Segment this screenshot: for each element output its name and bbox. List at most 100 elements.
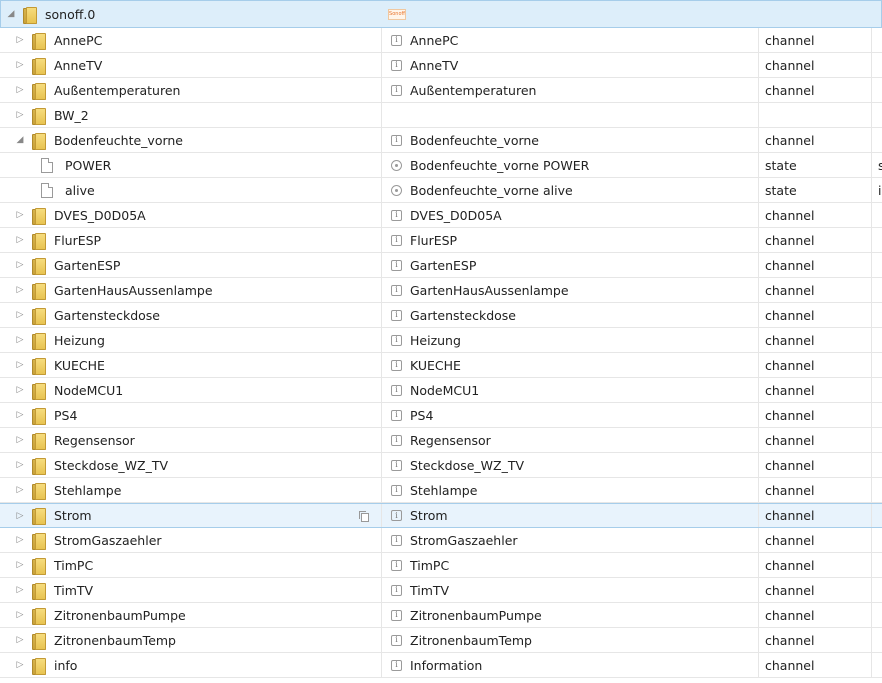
expand-arrow-icon[interactable]: ▷: [13, 308, 27, 322]
tree-row[interactable]: ▷ AnneTV AnneTV channel: [0, 53, 882, 78]
tree-row[interactable]: ▷ DVES_D0D05A DVES_D0D05A channel: [0, 203, 882, 228]
expand-arrow-icon[interactable]: ▷: [13, 333, 27, 347]
object-id-label: Gartensteckdose: [54, 307, 160, 323]
expand-arrow-icon[interactable]: ▷: [13, 258, 27, 272]
role-cell: [871, 53, 882, 77]
collapse-arrow-icon[interactable]: ◢: [4, 7, 18, 21]
expand-arrow-icon[interactable]: ▷: [13, 58, 27, 72]
tree-row[interactable]: ▷ FlurESP FlurESP channel: [0, 228, 882, 253]
expand-arrow-icon[interactable]: ▷: [13, 509, 27, 523]
id-cell: ◢ sonoff.0: [1, 1, 381, 27]
tree-row[interactable]: ▷ ZitronenbaumTemp ZitronenbaumTemp channel: [0, 628, 882, 653]
object-id-label: POWER: [65, 157, 112, 173]
role-cell: [871, 628, 882, 652]
expand-arrow-icon[interactable]: ▷: [13, 458, 27, 472]
tree-row[interactable]: ▷ Steckdose_WZ_TV Steckdose_WZ_TV channel: [0, 453, 882, 478]
tree-row-root[interactable]: ◢ sonoff.0 Sonoff: [0, 0, 882, 28]
tree-row[interactable]: alive Bodenfeuchte_vorne alive state i: [0, 178, 882, 203]
id-cell: alive: [0, 178, 380, 202]
expand-arrow-icon[interactable]: ▷: [13, 558, 27, 572]
id-cell: ▷ Regensensor: [0, 428, 380, 452]
type-cell: state: [758, 153, 871, 177]
channel-icon: [391, 234, 402, 246]
folder-icon: [23, 6, 37, 24]
channel-icon: [391, 309, 402, 321]
expand-arrow-icon[interactable]: ▷: [13, 583, 27, 597]
object-name-label: StromGaszaehler: [410, 532, 518, 548]
expand-arrow-icon[interactable]: ▷: [13, 633, 27, 647]
type-cell: channel: [758, 278, 871, 302]
object-id-label: Strom: [54, 508, 92, 523]
folder-icon: [32, 582, 46, 600]
object-type-label: channel: [765, 382, 815, 398]
tree-row[interactable]: ▷ TimPC TimPC channel: [0, 553, 882, 578]
expand-arrow-icon[interactable]: ▷: [13, 108, 27, 122]
object-name-label: Bodenfeuchte_vorne alive: [410, 182, 573, 198]
expand-arrow-icon[interactable]: ▷: [13, 483, 27, 497]
collapse-arrow-icon[interactable]: ◢: [13, 133, 27, 147]
state-icon: [391, 184, 402, 196]
id-cell: ▷ PS4: [0, 403, 380, 427]
name-cell: Regensensor: [381, 428, 758, 452]
tree-row[interactable]: ▷ KUECHE KUECHE channel: [0, 353, 882, 378]
type-cell: channel: [758, 328, 871, 352]
expand-arrow-icon[interactable]: ▷: [13, 383, 27, 397]
tree-row[interactable]: ▷ GartenESP GartenESP channel: [0, 253, 882, 278]
channel-icon: [391, 484, 402, 496]
expand-arrow-icon[interactable]: ▷: [13, 283, 27, 297]
tree-row[interactable]: ▷ BW_2: [0, 103, 882, 128]
expand-arrow-icon[interactable]: ▷: [13, 83, 27, 97]
id-cell: ▷ StromGaszaehler: [0, 528, 380, 552]
tree-row[interactable]: ▷ TimTV TimTV channel: [0, 578, 882, 603]
tree-row[interactable]: ▷ Gartensteckdose Gartensteckdose channel: [0, 303, 882, 328]
tree-row[interactable]: ▷ PS4 PS4 channel: [0, 403, 882, 428]
id-cell: ▷ NodeMCU1: [0, 378, 380, 402]
tree-row[interactable]: POWER Bodenfeuchte_vorne POWER state s: [0, 153, 882, 178]
copy-icon[interactable]: [356, 509, 370, 523]
role-cell: [871, 28, 882, 52]
tree-row[interactable]: ▷ StromGaszaehler StromGaszaehler channel: [0, 528, 882, 553]
channel-icon: [391, 134, 402, 146]
object-name-label: Information: [410, 657, 483, 673]
object-tree: ◢ sonoff.0 Sonoff ▷ AnnePC AnnePC channel ▷ A…: [0, 0, 882, 678]
object-id-label: AnneTV: [54, 57, 103, 73]
tree-row[interactable]: ▷ Heizung Heizung channel: [0, 328, 882, 353]
object-type-label: channel: [765, 632, 815, 648]
id-cell: ▷ BW_2: [0, 103, 380, 127]
object-type-label: channel: [765, 407, 815, 423]
tree-row[interactable]: ▷ AnnePC AnnePC channel: [0, 28, 882, 53]
object-type-label: channel: [765, 357, 815, 373]
expand-arrow-icon[interactable]: ▷: [13, 358, 27, 372]
object-name-label: Bodenfeuchte_vorne POWER: [410, 157, 590, 173]
tree-row[interactable]: ▷ Außentemperaturen Außentemperaturen chann…: [0, 78, 882, 103]
expand-arrow-icon[interactable]: ▷: [13, 208, 27, 222]
tree-row[interactable]: ▷ info Information channel: [0, 653, 882, 678]
expand-arrow-icon[interactable]: ▷: [13, 608, 27, 622]
object-id-label: ZitronenbaumTemp: [54, 632, 176, 648]
id-cell: POWER: [0, 153, 380, 177]
role-cell: [871, 504, 882, 527]
role-cell: [871, 478, 882, 502]
expand-arrow-icon[interactable]: ▷: [13, 533, 27, 547]
expand-arrow-icon[interactable]: ▷: [13, 658, 27, 672]
tree-row[interactable]: ◢ Bodenfeuchte_vorne Bodenfeuchte_vorne cha…: [0, 128, 882, 153]
tree-row[interactable]: ▷ GartenHausAussenlampe GartenHausAussenla…: [0, 278, 882, 303]
expand-arrow-icon[interactable]: ▷: [13, 433, 27, 447]
folder-icon: [32, 257, 46, 275]
object-id-label: BW_2: [54, 107, 89, 123]
object-id-label: ZitronenbaumPumpe: [54, 607, 186, 623]
object-name-label: AnneTV: [410, 57, 459, 73]
channel-icon: [391, 359, 402, 371]
expand-arrow-icon[interactable]: ▷: [13, 408, 27, 422]
object-type-label: channel: [765, 557, 815, 573]
tree-row[interactable]: ▷ Regensensor Regensensor channel: [0, 428, 882, 453]
tree-row[interactable]: ▷ NodeMCU1 NodeMCU1 channel: [0, 378, 882, 403]
tree-row[interactable]: ▷ ZitronenbaumPumpe ZitronenbaumPumpe chann…: [0, 603, 882, 628]
expand-arrow-icon[interactable]: ▷: [13, 233, 27, 247]
tree-row[interactable]: ▷ Stehlampe Stehlampe channel: [0, 478, 882, 503]
channel-icon: [391, 609, 402, 621]
expand-arrow-icon[interactable]: ▷: [13, 33, 27, 47]
tree-row[interactable]: ▷ Strom Strom channel: [0, 503, 882, 528]
folder-icon: [32, 482, 46, 500]
folder-icon: [32, 357, 46, 375]
